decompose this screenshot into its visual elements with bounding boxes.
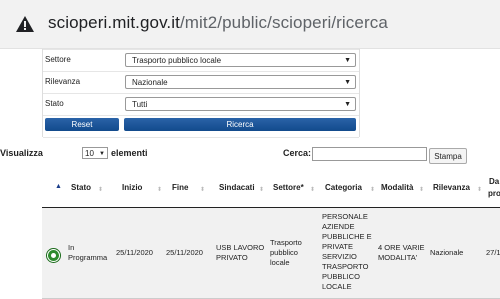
- cell-fine: 25/11/2020: [166, 248, 203, 257]
- url-path: /mit2/public/scioperi/ricerca: [179, 13, 388, 32]
- url-host: scioperi.mit.gov.it: [48, 13, 180, 32]
- expand-dot: [51, 253, 56, 258]
- cell-categoria: PERSONALE AZIENDE PUBBLICHE E PRIVATE SE…: [322, 212, 372, 292]
- page-length-value: 10: [85, 149, 94, 158]
- select-value: Nazionale: [132, 78, 168, 87]
- sort-icon: ⬍: [477, 187, 483, 193]
- filter-label: Stato: [45, 99, 64, 108]
- cell-settore: Trasporto pubblico locale: [270, 238, 302, 268]
- visualizza-label: Visualizza: [0, 148, 43, 158]
- header-sindacati[interactable]: Sindacati: [219, 183, 255, 192]
- header-rilevanza[interactable]: Rilevanza: [433, 183, 470, 192]
- sort-icon: ⬍: [98, 187, 104, 193]
- cell-line: AZIENDE: [322, 222, 355, 231]
- sort-asc-icon[interactable]: ▲: [55, 183, 62, 190]
- page-length-select[interactable]: 10 ▼: [82, 147, 108, 159]
- cell-line: PRIVATO: [216, 253, 248, 262]
- table-row[interactable]: In Programma 25/11/2020 25/11/2020 USB L…: [42, 208, 500, 299]
- filter-row-rilevanza: Rilevanza Nazionale ▼: [43, 71, 359, 93]
- stampa-button[interactable]: Stampa: [429, 148, 467, 164]
- sort-icon: ⬍: [310, 187, 316, 193]
- ricerca-button[interactable]: Ricerca: [124, 118, 356, 131]
- header-modalita[interactable]: Modalità: [381, 183, 413, 192]
- cell-line: Trasporto: [270, 238, 302, 247]
- filter-label: Settore: [45, 55, 71, 64]
- rilevanza-select[interactable]: Nazionale ▼: [125, 75, 356, 89]
- cell-line: PRIVATE: [322, 242, 353, 251]
- cerca-label: Cerca:: [283, 148, 312, 158]
- sort-icon: ⬍: [370, 187, 376, 193]
- cell-stato: In Programma: [68, 243, 107, 263]
- header-data[interactable]: Da: [489, 177, 499, 186]
- elementi-label: elementi: [111, 148, 148, 158]
- cell-line: PUBBLICO: [322, 272, 360, 281]
- cell-line: Programma: [68, 253, 108, 262]
- header-data-2[interactable]: pro: [488, 189, 500, 198]
- chevron-down-icon: ▼: [344, 57, 351, 64]
- cell-line: PUBBLICHE E: [322, 232, 372, 241]
- cell-line: TRASPORTO: [322, 262, 369, 271]
- cell-inizio: 25/11/2020: [116, 248, 153, 257]
- cell-line: In: [68, 243, 75, 252]
- cell-line: PERSONALE: [322, 212, 368, 221]
- filter-row-stato: Stato Tutti ▼: [43, 93, 359, 115]
- header-stato[interactable]: Stato: [71, 183, 91, 192]
- sort-icon: ⬍: [200, 187, 206, 193]
- select-value: Trasporto pubblico locale: [132, 56, 222, 65]
- cell-data: 27/1: [486, 248, 500, 257]
- filter-row-settore: Settore Trasporto pubblico locale ▼: [43, 49, 359, 71]
- settore-select[interactable]: Trasporto pubblico locale ▼: [125, 53, 356, 67]
- header-fine[interactable]: Fine: [172, 183, 188, 192]
- header-inizio[interactable]: Inizio: [122, 183, 142, 192]
- cell-modalita: 4 ORE VARIE MODALITA': [378, 243, 425, 263]
- cell-line: pubblico: [270, 248, 298, 257]
- cell-rilevanza: Nazionale: [430, 248, 464, 257]
- filter-label: Rilevanza: [45, 77, 81, 86]
- browser-address-bar[interactable]: scioperi.mit.gov.it/mit2/public/scioperi…: [0, 0, 500, 49]
- cell-line: MODALITA': [378, 253, 418, 262]
- reset-button[interactable]: Reset: [45, 118, 119, 131]
- stato-select[interactable]: Tutti ▼: [125, 97, 356, 111]
- cell-line: SERVIZIO: [322, 252, 357, 261]
- cell-line: locale: [270, 258, 290, 267]
- search-input[interactable]: [312, 147, 427, 161]
- chevron-down-icon: ▼: [344, 101, 351, 108]
- chevron-down-icon: ▼: [344, 79, 351, 86]
- cell-line: 4 ORE VARIE: [378, 243, 425, 252]
- url-text[interactable]: scioperi.mit.gov.it/mit2/public/scioperi…: [48, 13, 388, 33]
- cell-line: LOCALE: [322, 282, 352, 291]
- chevron-down-icon: ▼: [99, 151, 105, 157]
- table-header: ▲ Stato ⬍ Inizio ⬍ Fine ⬍ Sindacati ⬍ Se…: [42, 175, 500, 208]
- sort-icon: ⬍: [157, 187, 163, 193]
- select-value: Tutti: [132, 100, 148, 109]
- cell-line: USB LAVORO: [216, 243, 265, 252]
- header-categoria[interactable]: Categoria: [325, 183, 362, 192]
- header-settore[interactable]: Settore*: [273, 183, 304, 192]
- warning-icon[interactable]: [16, 16, 34, 32]
- expand-row-icon[interactable]: [47, 249, 60, 262]
- sort-icon: ⬍: [259, 187, 265, 193]
- sort-icon: ⬍: [419, 187, 425, 193]
- cell-sindacati: USB LAVORO PRIVATO: [216, 243, 264, 263]
